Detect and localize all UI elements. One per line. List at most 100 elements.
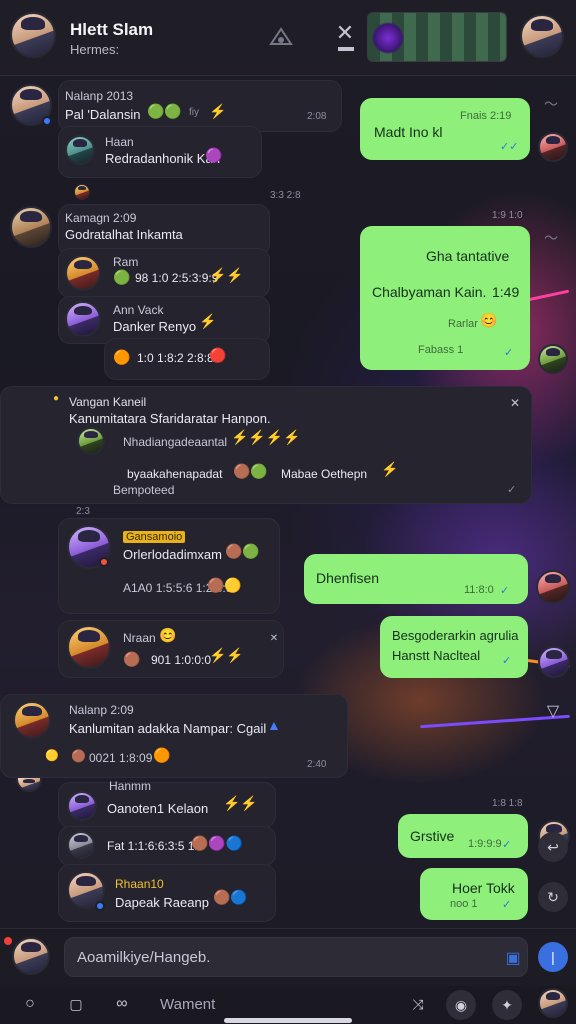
shuffle-icon[interactable]: ⤨ (406, 992, 430, 1016)
sender-avatar[interactable] (65, 301, 101, 337)
game-controller-icon[interactable]: ◉ (446, 990, 476, 1020)
outgoing-message-bubble[interactable]: Grstive 1:9:9:9 ✓ (398, 814, 528, 858)
game-preview-thumbnail[interactable] (367, 12, 507, 62)
sender-avatar[interactable] (67, 831, 95, 859)
read-check-icon: ✓✓ (500, 141, 519, 153)
lightning-icon: ⚡⚡ (209, 647, 244, 663)
lightning-icon: ⚡ (199, 313, 217, 329)
message-input[interactable] (77, 938, 497, 976)
recipient-avatar[interactable] (538, 344, 568, 374)
my-avatar[interactable] (12, 937, 50, 975)
profile-avatar[interactable] (520, 14, 564, 58)
emoji-icon: 🟤🔵 (213, 889, 248, 905)
star-icon: ● (53, 393, 60, 404)
online-badge (42, 116, 52, 126)
outgoing-message-bubble[interactable]: Gha tantative Chalbyaman Kain. 1:49 Rarl… (360, 226, 530, 370)
message-bubble[interactable]: Gansamoio Orlerlodadimxam 🟤🟢 A1A0 1:5:5:… (58, 518, 280, 614)
scroll-down-icon[interactable]: ▽ (542, 700, 564, 722)
reply-action-icon[interactable]: ↩ (538, 832, 568, 862)
message-bubble[interactable]: 🟠 1:0 1:8:2 2:8:8:9 🔴 (104, 338, 270, 380)
lightning-icon: ⚡⚡ (223, 795, 258, 811)
message-bubble[interactable]: Rhaan10 Dapeak Raeanp 🟤🔵 (58, 864, 276, 922)
sender-name: Ram (113, 255, 139, 269)
message-text: Redradanhonik Kan (105, 151, 220, 166)
chat-header: Hlett Slam Hermes: ✕ (0, 0, 576, 76)
emoji-icon: 🟠 (113, 349, 131, 365)
outgoing-message-bubble[interactable]: Besgoderarkin agrulia Hanstt Naclteal ✓ (380, 616, 528, 678)
message-input-box[interactable]: ▣ (64, 937, 528, 977)
outgoing-message-bubble[interactable]: Fnais 2:19 Madt Ino kl ✓✓ (360, 98, 530, 160)
emoji-icon: 🟡 (45, 750, 59, 762)
outgoing-message-bubble[interactable]: Hoer Tokk noo 1 ✓ (420, 868, 528, 920)
message-text: 98 1:0 2:5:3:9:9 (135, 271, 219, 285)
message-text: Danker Renyo (113, 319, 197, 334)
emoji-icon: 🟤🟣🔵 (191, 835, 244, 851)
recipient-avatar[interactable] (538, 132, 568, 162)
sender-name: Rhaan10 (115, 877, 164, 891)
outgoing-message-bubble[interactable]: Dhenfisen 11:8:0 ✓ (304, 554, 528, 604)
pin-icon: ▲ (267, 717, 281, 733)
sender-name: Nraan (123, 631, 156, 645)
message-time: Fabass 1 (418, 344, 464, 356)
sender-avatar[interactable] (67, 791, 97, 821)
link-icon[interactable]: ∞ (110, 992, 134, 1016)
message-text: Oanoten1 Kelaon (107, 801, 209, 816)
message-text: fiy (189, 107, 199, 118)
lightning-icon: ⚡ (381, 461, 399, 477)
message-time: 2:40 (307, 759, 327, 770)
online-badge (99, 557, 109, 567)
message-time: 1:9:9:9 (468, 838, 502, 850)
message-text: Besgoderarkin agrulia (392, 628, 519, 643)
recipient-avatar[interactable] (536, 570, 570, 604)
reply-icon[interactable]: 〜 (540, 96, 562, 112)
close-icon[interactable]: ✕ (267, 631, 281, 645)
unread-badge (4, 937, 12, 945)
online-badge (95, 901, 105, 911)
message-text: byaakahenapadat (127, 467, 223, 481)
sender-avatar[interactable] (65, 255, 101, 291)
read-check-icon: ✓ (502, 899, 512, 911)
message-text: Mabae Oethepn (281, 467, 368, 481)
group-avatar[interactable] (10, 12, 56, 58)
read-check-icon: ✓ (502, 839, 512, 851)
refresh-icon[interactable]: ↻ (538, 882, 568, 912)
attach-file-icon[interactable]: ▣ (501, 946, 525, 970)
sender-name: Hanmm (109, 779, 152, 793)
mute-icon[interactable] (266, 22, 296, 52)
message-bubble[interactable]: Ram 🟢 98 1:0 2:5:3:9:9 ⚡⚡ (58, 248, 270, 298)
message-time: Fnais 2:19 (460, 110, 512, 122)
sender-name: Nalanp 2:09 (69, 703, 134, 717)
message-time: 1:9 1:0 (492, 210, 523, 221)
message-bubble[interactable]: Ann Vack Danker Renyo ⚡ (58, 296, 270, 344)
sender-avatar[interactable] (65, 135, 95, 165)
message-bubble[interactable]: Fat 1:1:6:6:3:5 1:0 🟤🟣🔵 (58, 826, 276, 866)
emoji-icon: 🟤 (71, 749, 86, 763)
sticker-icon[interactable]: ✦ (492, 990, 522, 1020)
account-avatar[interactable] (538, 988, 568, 1018)
chat-bubble-icon[interactable]: ○ (18, 992, 42, 1016)
sender-avatar[interactable] (10, 206, 52, 248)
message-bubble[interactable]: Haan Redradanhonik Kan 🟣 (58, 126, 262, 178)
toolbar-label[interactable]: Wament (160, 996, 215, 1013)
minimize-icon[interactable] (336, 42, 356, 56)
sender-avatar[interactable] (77, 427, 105, 455)
message-bubble[interactable]: Nalanp 2013 Pal 'Dalansin 🟢🟢 fiy ⚡ 2:08 (58, 80, 342, 132)
read-check-icon: ✓ (507, 484, 517, 496)
sender-avatar[interactable] (67, 625, 111, 669)
message-bubble[interactable]: ● Vangan Kaneil Kanumitatara Sfaridarata… (0, 386, 532, 504)
image-icon[interactable]: ▢ (64, 992, 88, 1016)
reaction-avatar (74, 184, 90, 200)
message-bubble[interactable]: Hanmm Oanoten1 Kelaon ⚡⚡ (58, 779, 276, 828)
message-bubble[interactable]: Nalanp 2:09 Kanlumitan adakka Nampar: Cg… (0, 694, 348, 778)
send-icon[interactable]: | (538, 942, 568, 972)
sender-avatar[interactable] (13, 701, 51, 739)
message-bubble[interactable]: Nraan 😊 🟤 901 1:0:0:0 ⚡⚡ ✕ (58, 620, 284, 678)
emoji-icon: 🟢 (113, 269, 131, 285)
timestamp: 3:3 2:8 (270, 190, 301, 201)
reply-icon[interactable]: 〜 (540, 230, 562, 246)
recipient-avatar[interactable] (538, 646, 570, 678)
chat-title[interactable]: Hlett Slam (70, 20, 153, 40)
message-text: 901 1:0:0:0 (151, 653, 212, 667)
message-text: 1:49 (492, 284, 520, 300)
close-icon[interactable]: ✕ (507, 395, 523, 411)
